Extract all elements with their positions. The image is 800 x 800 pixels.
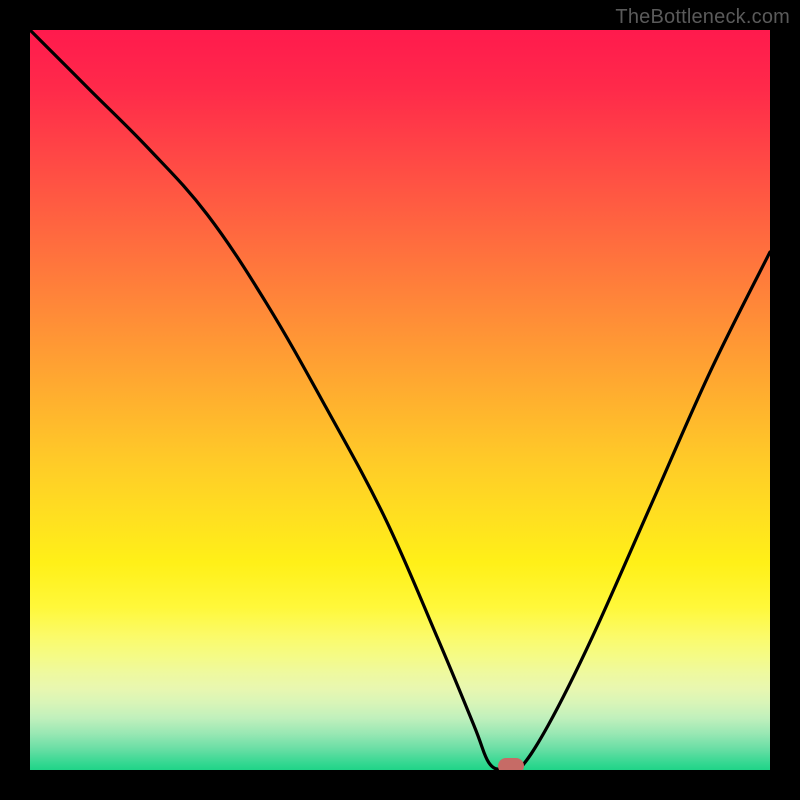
- chart-frame: TheBottleneck.com: [0, 0, 800, 800]
- plot-area: [30, 30, 770, 770]
- bottleneck-curve: [30, 30, 770, 770]
- watermark-text: TheBottleneck.com: [615, 6, 790, 29]
- optimal-point-marker: [498, 758, 524, 770]
